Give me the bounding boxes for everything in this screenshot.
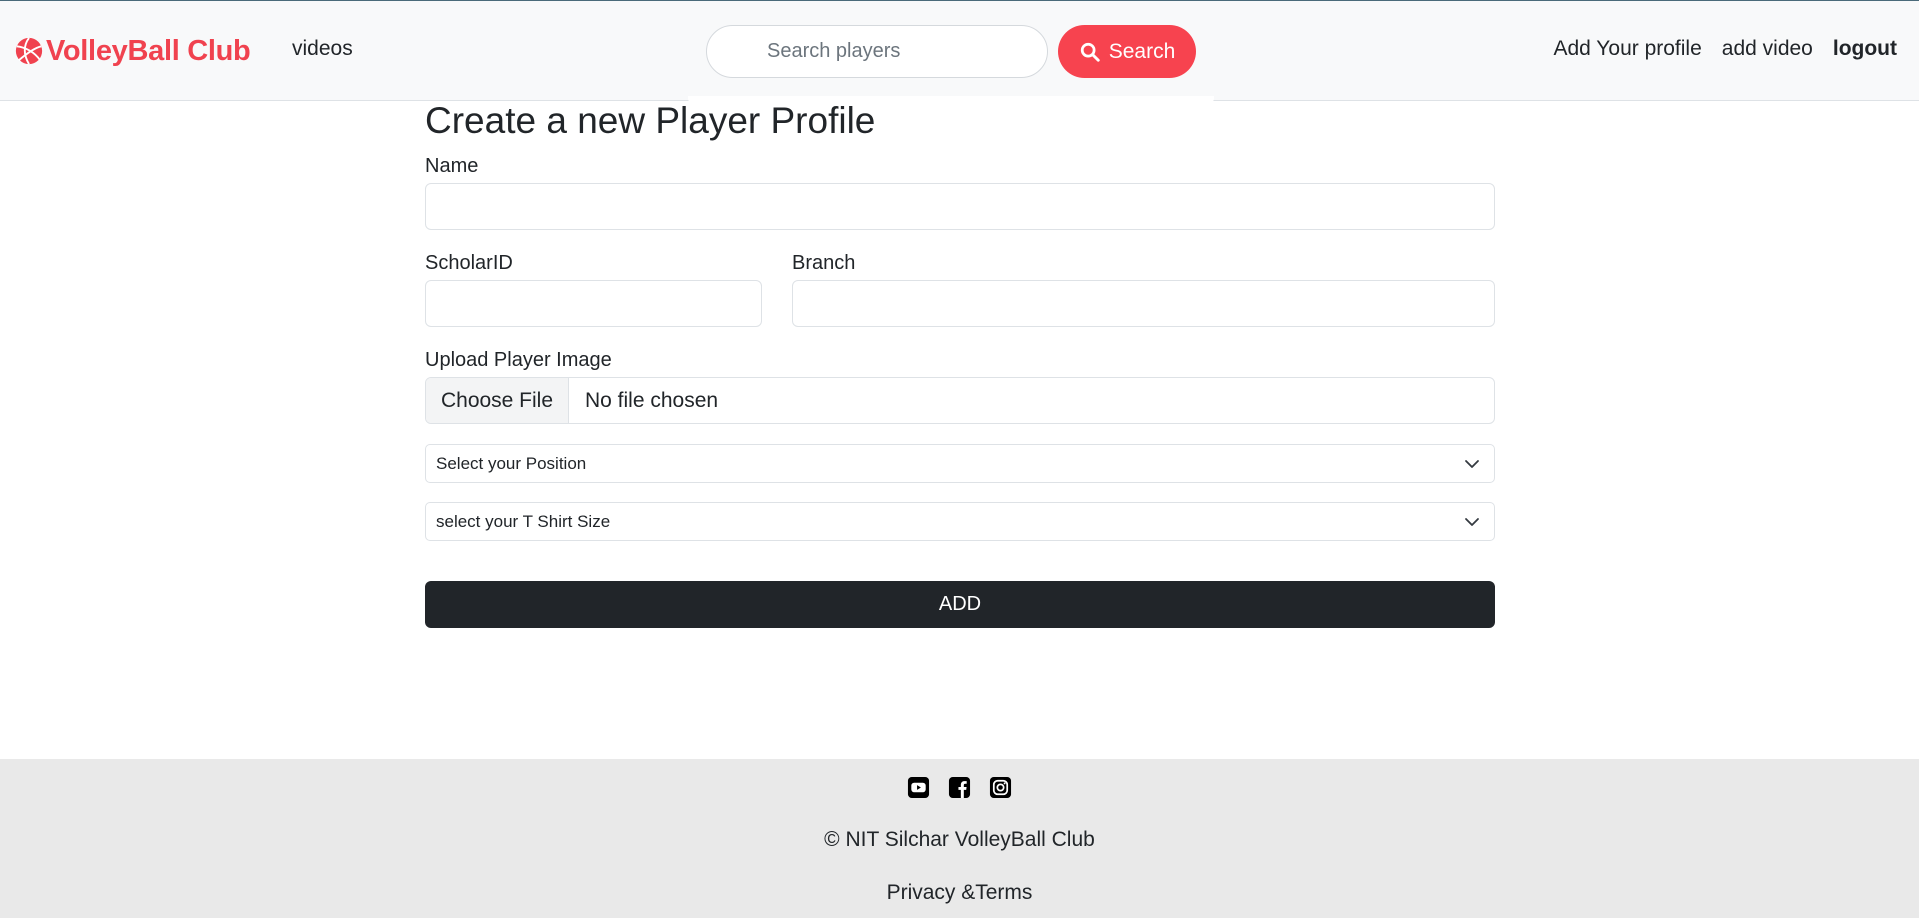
facebook-icon[interactable] xyxy=(948,776,971,799)
chevron-down-icon xyxy=(1464,456,1480,472)
position-select[interactable]: Select your Position xyxy=(425,444,1495,483)
search-form: Search xyxy=(706,25,1196,78)
brand-name: VolleyBall Club xyxy=(46,34,251,67)
add-video-link[interactable]: add video xyxy=(1722,37,1813,61)
youtube-icon[interactable] xyxy=(907,776,930,799)
tshirt-size-select[interactable]: select your T Shirt Size xyxy=(425,502,1495,541)
top-navbar: VolleyBall Club videos Search Add Your p… xyxy=(0,0,1919,101)
add-button[interactable]: ADD xyxy=(425,581,1495,628)
footer: © NIT Silchar VolleyBall Club Privacy &T… xyxy=(0,759,1919,918)
scholar-id-label: ScholarID xyxy=(425,252,513,274)
volleyball-icon xyxy=(14,36,44,66)
upload-image-label: Upload Player Image xyxy=(425,349,612,371)
social-links xyxy=(0,776,1919,799)
brand-link[interactable]: VolleyBall Club xyxy=(14,31,251,71)
nav-right-links: Add Your profile add video logout xyxy=(1553,37,1897,61)
chevron-down-icon xyxy=(1464,514,1480,530)
add-profile-link[interactable]: Add Your profile xyxy=(1553,37,1701,61)
privacy-terms-link[interactable]: Privacy &Terms xyxy=(887,881,1033,904)
privacy-terms: Privacy &Terms xyxy=(0,881,1919,905)
search-button-label: Search xyxy=(1108,39,1176,63)
choose-file-button[interactable]: Choose File xyxy=(426,378,569,423)
search-button[interactable]: Search xyxy=(1058,25,1196,78)
instagram-icon[interactable] xyxy=(989,776,1012,799)
branch-field[interactable] xyxy=(792,280,1495,327)
branch-label: Branch xyxy=(792,252,856,274)
page-title: Create a new Player Profile xyxy=(425,100,876,141)
scholar-id-field[interactable] xyxy=(425,280,762,327)
search-icon xyxy=(1079,41,1101,63)
name-field[interactable] xyxy=(425,183,1495,230)
search-input[interactable] xyxy=(706,25,1048,78)
tshirt-select-value: select your T Shirt Size xyxy=(436,511,611,531)
nav-videos-link[interactable]: videos xyxy=(292,37,353,61)
name-label: Name xyxy=(425,155,479,177)
player-image-file-input[interactable]: Choose File No file chosen xyxy=(425,377,1495,424)
file-status-text: No file chosen xyxy=(585,388,719,412)
logout-link[interactable]: logout xyxy=(1833,37,1897,61)
copyright-text: © NIT Silchar VolleyBall Club xyxy=(824,828,1095,851)
position-select-value: Select your Position xyxy=(436,453,587,473)
